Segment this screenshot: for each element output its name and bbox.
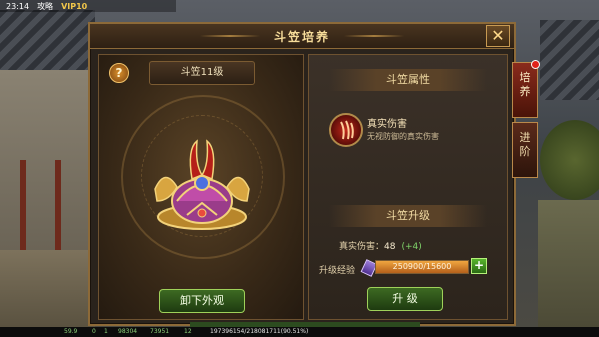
left-pillar-2 xyxy=(55,160,61,250)
upgrade-section-header: 斗笠升级 xyxy=(329,205,487,227)
right-tree xyxy=(540,120,599,200)
left-building-roof xyxy=(0,10,95,70)
left-pillar xyxy=(20,160,26,250)
stat-label: 真实伤害： xyxy=(339,242,385,252)
notification-dot xyxy=(531,60,540,69)
upgrade-button[interactable]: 升 级 xyxy=(367,287,443,311)
claw-slash-icon xyxy=(340,120,354,140)
bottom-status-bar: 59.9 0 1 98304 73951 12 197396154/218081… xyxy=(0,327,599,337)
bottom-value-4: 98304 xyxy=(118,328,138,335)
true-damage-icon xyxy=(329,113,363,147)
helmet-level-label: 斗笠11级 xyxy=(149,61,255,85)
bottom-value-2: 0 xyxy=(92,328,96,335)
stat-increase: (+4) xyxy=(401,242,422,252)
crown-helmet-icon xyxy=(154,139,250,230)
panel-title-bar: 斗笠培养 ✕ xyxy=(90,24,514,49)
bottom-value-3: 1 xyxy=(104,328,108,335)
attribute-name: 真实伤害 xyxy=(367,119,407,130)
total-exp-text: 197396154/218081711(90.51%) xyxy=(210,328,309,335)
close-x-icon: ✕ xyxy=(491,26,505,45)
status-carrier: 攻略 xyxy=(37,1,54,11)
tab-cultivate-label: 培养 xyxy=(519,71,531,98)
tab-advance[interactable]: 进阶 xyxy=(512,122,538,178)
vip-badge: VIP10 xyxy=(61,1,88,11)
attribute-description: 无视防御的真实伤害 xyxy=(367,132,439,141)
help-button[interactable]: ? xyxy=(109,63,129,83)
bottom-value-5: 73951 xyxy=(150,328,170,335)
device-status-bar: 23:14 攻略 VIP10 xyxy=(0,0,176,12)
add-exp-button[interactable]: + xyxy=(471,258,487,274)
remove-appearance-button[interactable]: 卸下外观 xyxy=(159,289,245,313)
panel-title: 斗笠培养 xyxy=(273,30,330,44)
title-ornament-right xyxy=(344,35,404,37)
status-time: 23:14 xyxy=(6,1,30,11)
left-lower-wall xyxy=(0,250,95,327)
helmet-display-pane: ? 斗笠11级 卸下外观 xyxy=(98,54,304,320)
tab-cultivate[interactable]: 培养 xyxy=(512,60,540,118)
helmet-attributes-pane: 斗笠属性 真实伤害 无视防御的真实伤害 斗笠升级 真实伤害：48 (+4) 升级经… xyxy=(308,54,508,320)
true-damage-stat: 真实伤害：48 (+4) xyxy=(339,239,422,252)
close-button[interactable]: ✕ xyxy=(486,25,510,47)
attribute-section-header: 斗笠属性 xyxy=(329,69,487,91)
exp-label: 升级经验 xyxy=(319,266,356,276)
tab-advance-label: 进阶 xyxy=(519,131,531,158)
helmet-cultivation-panel: 斗笠培养 ✕ ? 斗笠11级 卸下外观 斗笠属性 真实伤害 无视防御的真实伤害 … xyxy=(88,22,516,326)
stat-value: 48 xyxy=(384,242,396,252)
right-building-roof xyxy=(540,20,599,100)
left-building-wall xyxy=(0,70,95,250)
exp-progress-bar: 250900/15600 xyxy=(375,260,469,274)
bottom-value-1: 59.9 xyxy=(64,328,78,335)
bottom-value-6: 12 xyxy=(184,328,192,335)
exp-progress-text: 250900/15600 xyxy=(392,262,452,271)
right-ground xyxy=(538,200,599,327)
